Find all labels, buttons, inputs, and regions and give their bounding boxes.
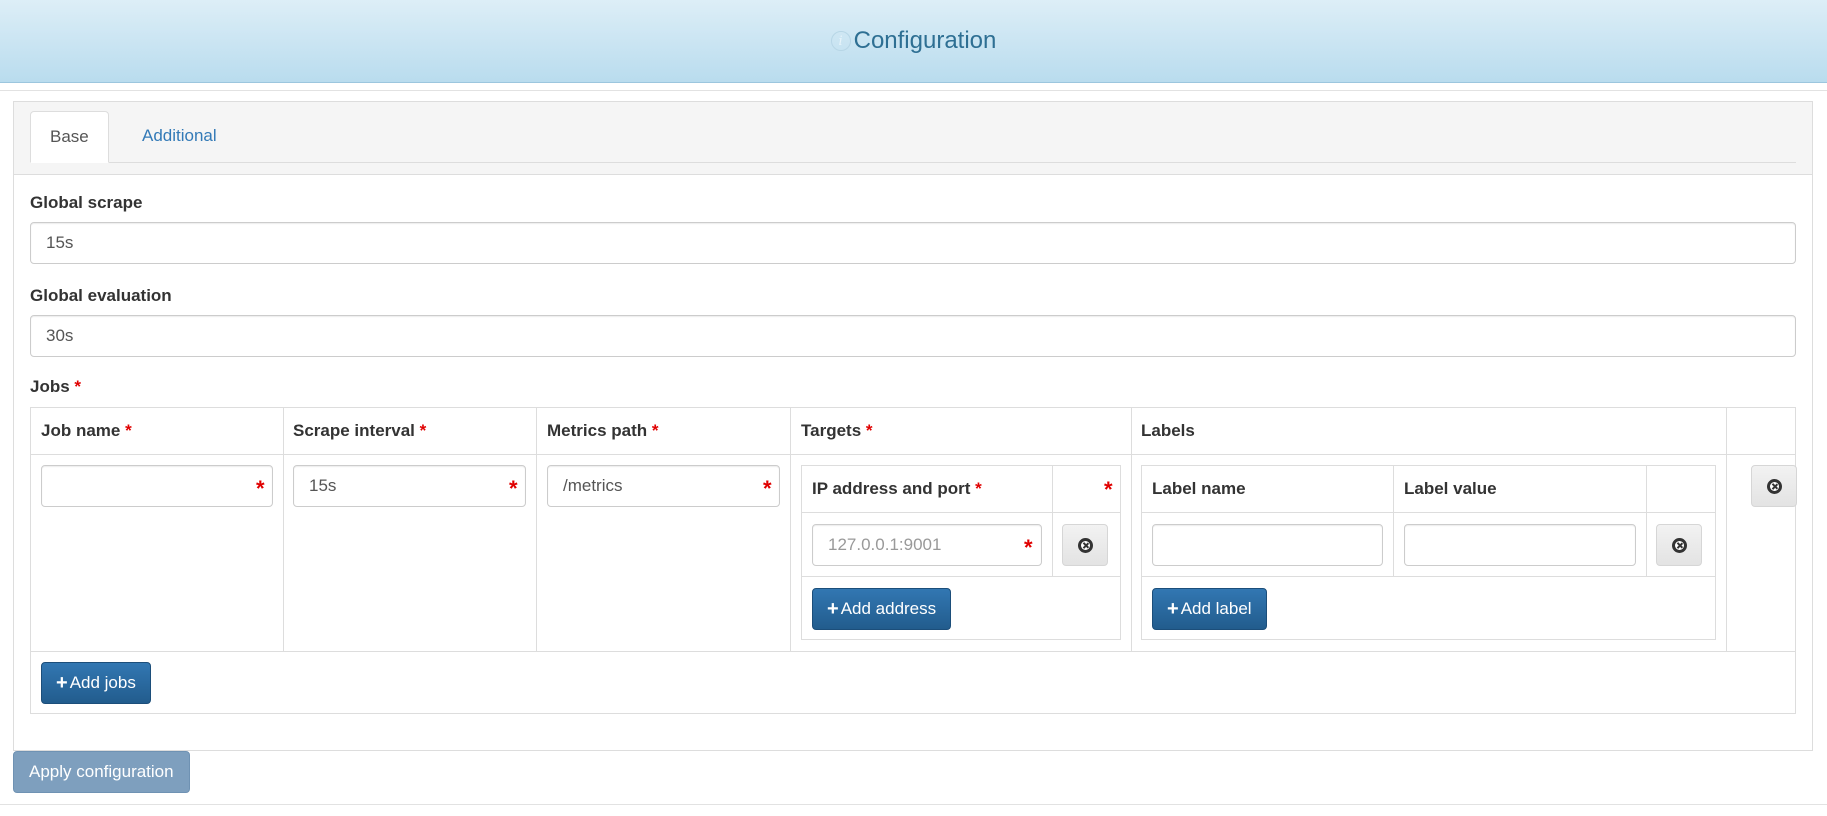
jobs-table: Job name * Scrape interval * Metrics pat… xyxy=(30,407,1797,714)
subtable-divider xyxy=(1142,512,1715,513)
target-address-input[interactable] xyxy=(812,524,1042,566)
remove-label-button[interactable] xyxy=(1656,524,1702,566)
plus-icon: + xyxy=(1167,598,1179,620)
global-evaluation-input[interactable] xyxy=(30,315,1796,357)
required-asterisk: * xyxy=(975,479,982,498)
page-title: Configuration xyxy=(853,27,997,54)
subtable-divider xyxy=(1142,576,1715,577)
plus-icon: + xyxy=(56,672,68,694)
plus-icon: + xyxy=(827,598,839,620)
remove-circle-icon xyxy=(1766,478,1782,494)
add-address-label: Add address xyxy=(840,599,937,618)
required-asterisk: * xyxy=(763,476,772,501)
required-asterisk: * xyxy=(74,377,82,396)
remove-address-button[interactable] xyxy=(1062,524,1108,566)
panel-heading: Base Additional xyxy=(14,102,1812,175)
column-divider xyxy=(1131,408,1132,651)
remove-circle-icon xyxy=(1077,537,1093,553)
label-name-input[interactable] xyxy=(1152,524,1383,566)
job-name-input[interactable] xyxy=(41,465,273,507)
add-label-button[interactable]: + Add label xyxy=(1152,588,1267,630)
required-asterisk: * xyxy=(419,421,427,440)
column-divider xyxy=(790,408,791,651)
label-value-input[interactable] xyxy=(1404,524,1636,566)
global-scrape-label: Global scrape xyxy=(30,193,143,212)
subtable-column-divider xyxy=(1052,466,1053,576)
required-asterisk: * xyxy=(125,421,132,440)
column-divider xyxy=(1726,408,1727,651)
table-header-divider xyxy=(31,454,1795,455)
global-evaluation-label: Global evaluation xyxy=(30,286,172,305)
required-asterisk: * xyxy=(256,476,265,501)
add-jobs-button[interactable]: + Add jobs xyxy=(41,662,151,704)
info-icon: i xyxy=(830,31,851,51)
subtable-column-divider xyxy=(1393,466,1394,576)
tab-base[interactable]: Base xyxy=(30,111,109,163)
targets-subtable: IP address and port * * * + Add address xyxy=(801,465,1121,640)
jobs-label-text: Jobs xyxy=(30,377,70,396)
tab-additional[interactable]: Additional xyxy=(123,111,236,163)
add-label-label: Add label xyxy=(1180,599,1252,618)
page-header: i Configuration xyxy=(0,0,1827,83)
footer-divider xyxy=(0,804,1827,805)
scrape-interval-header-text: Scrape interval xyxy=(293,421,415,440)
labels-subtable: Label name Label value + Add label xyxy=(1141,465,1716,640)
scrape-interval-input[interactable] xyxy=(293,465,526,507)
remove-job-button[interactable] xyxy=(1751,465,1797,507)
subtable-divider xyxy=(802,576,1120,577)
ip-address-port-header-text: IP address and port xyxy=(812,479,971,498)
column-divider xyxy=(283,408,284,651)
targets-header-text: Targets xyxy=(801,421,862,440)
global-scrape-input[interactable] xyxy=(30,222,1796,264)
tab-bar: Base Additional xyxy=(30,111,1796,163)
job-name-header-text: Job name xyxy=(41,421,121,440)
subtable-divider xyxy=(802,512,1120,513)
metrics-path-header-text: Metrics path xyxy=(547,421,648,440)
targets-header: Targets * xyxy=(801,408,873,454)
table-footer-divider xyxy=(31,651,1795,652)
add-address-button[interactable]: + Add address xyxy=(812,588,952,630)
required-asterisk: * xyxy=(651,421,659,440)
required-asterisk: * xyxy=(1104,477,1113,502)
column-divider xyxy=(536,408,537,651)
configuration-panel: Base Additional Global scrape Global eva… xyxy=(13,101,1813,751)
scrape-interval-header: Scrape interval * xyxy=(293,408,426,454)
required-asterisk: * xyxy=(865,421,873,440)
labels-header: Labels xyxy=(1141,421,1195,440)
remove-circle-icon xyxy=(1671,537,1687,553)
metrics-path-input[interactable] xyxy=(547,465,780,507)
metrics-path-header: Metrics path * xyxy=(547,408,659,454)
subtable-column-divider xyxy=(1646,466,1647,576)
add-jobs-label: Add jobs xyxy=(69,673,136,692)
apply-configuration-button[interactable]: Apply configuration xyxy=(13,751,190,793)
header-divider xyxy=(0,90,1827,91)
required-asterisk: * xyxy=(509,476,518,501)
ip-address-port-header: IP address and port * xyxy=(812,466,982,512)
jobs-label: Jobs * xyxy=(30,377,81,397)
job-name-header: Job name * xyxy=(41,408,132,454)
label-name-header: Label name xyxy=(1152,479,1246,498)
required-asterisk: * xyxy=(1024,535,1033,560)
label-value-header: Label value xyxy=(1404,479,1497,498)
